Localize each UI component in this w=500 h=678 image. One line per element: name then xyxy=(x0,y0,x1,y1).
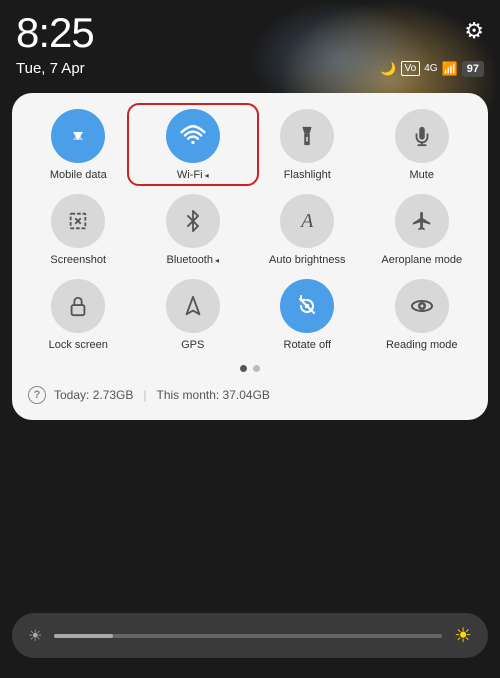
bluetooth-icon-circle xyxy=(166,194,220,248)
quick-item-flashlight[interactable]: Flashlight xyxy=(253,109,362,182)
reading-mode-label: Reading mode xyxy=(386,339,458,352)
screenshot-icon-circle xyxy=(51,194,105,248)
wifi-icon xyxy=(180,123,206,149)
data-help-icon[interactable]: ? xyxy=(28,386,46,404)
quick-item-mute[interactable]: Mute xyxy=(368,109,477,182)
screenshot-icon xyxy=(67,210,89,232)
gps-icon-circle xyxy=(166,279,220,333)
bluetooth-icon xyxy=(182,210,204,232)
gps-icon xyxy=(182,295,204,317)
reading-mode-icon xyxy=(410,294,434,318)
quick-item-mobile-data[interactable]: Mobile data xyxy=(24,109,133,182)
wifi-label: Wi-Fi◂ xyxy=(177,169,209,182)
brightness-bar[interactable]: ☀ ☀ xyxy=(12,613,488,658)
aeroplane-icon xyxy=(411,210,433,232)
separator: | xyxy=(143,388,146,402)
mobile-data-icon xyxy=(66,124,90,148)
mute-icon xyxy=(411,125,433,147)
wifi-signal-indicator: ◂ xyxy=(205,171,209,180)
status-icons-row: 🌙 Vo 4G 📶 97 xyxy=(380,61,484,77)
mute-label: Mute xyxy=(410,169,434,182)
quick-settings-panel: Mobile data Wi-Fi◂ xyxy=(12,93,488,420)
battery-icon: 97 xyxy=(462,61,484,77)
moon-icon: 🌙 xyxy=(380,61,396,77)
quick-item-bluetooth[interactable]: Bluetooth◂ xyxy=(139,194,248,267)
gps-label: GPS xyxy=(181,339,204,352)
flashlight-icon-circle xyxy=(280,109,334,163)
aeroplane-label: Aeroplane mode xyxy=(381,254,462,267)
auto-brightness-label: Auto brightness xyxy=(269,254,345,267)
date-row: Tue, 7 Apr 🌙 Vo 4G 📶 97 xyxy=(0,58,500,85)
aeroplane-icon-circle xyxy=(395,194,449,248)
status-bar: 8:25 ⚙ xyxy=(0,0,500,58)
quick-item-rotate-off[interactable]: Rotate off xyxy=(253,279,362,352)
mobile-data-icon-circle xyxy=(51,109,105,163)
flashlight-icon xyxy=(296,125,318,147)
bluetooth-signal-indicator: ◂ xyxy=(215,256,219,265)
bluetooth-label: Bluetooth◂ xyxy=(167,254,220,267)
time-display: 8:25 xyxy=(16,12,94,54)
lock-screen-icon xyxy=(67,295,89,317)
rotate-off-icon-circle xyxy=(280,279,334,333)
brightness-dim-icon: ☀ xyxy=(28,626,42,646)
lock-screen-icon-circle xyxy=(51,279,105,333)
lock-screen-label: Lock screen xyxy=(49,339,108,352)
quick-item-gps[interactable]: GPS xyxy=(139,279,248,352)
dot-1[interactable] xyxy=(240,365,247,372)
rotate-off-label: Rotate off xyxy=(284,339,332,352)
date-display: Tue, 7 Apr xyxy=(16,60,85,77)
mobile-data-label: Mobile data xyxy=(50,169,107,182)
wifi-icon-circle xyxy=(166,109,220,163)
quick-item-reading-mode[interactable]: Reading mode xyxy=(368,279,477,352)
brightness-slider-fill xyxy=(54,634,112,638)
quick-item-aeroplane[interactable]: Aeroplane mode xyxy=(368,194,477,267)
brightness-slider-track[interactable] xyxy=(54,634,442,638)
quick-item-wifi[interactable]: Wi-Fi◂ xyxy=(139,109,248,182)
quick-settings-grid: Mobile data Wi-Fi◂ xyxy=(24,109,476,353)
data-usage-row: ? Today: 2.73GB | This month: 37.04GB xyxy=(24,382,476,408)
signal-bars-icon: 📶 xyxy=(442,61,458,77)
today-data: Today: 2.73GB xyxy=(54,388,133,402)
rotate-off-icon xyxy=(295,294,319,318)
quick-item-lock-screen[interactable]: Lock screen xyxy=(24,279,133,352)
month-data: This month: 37.04GB xyxy=(157,388,270,402)
brightness-bright-icon: ☀ xyxy=(454,623,472,648)
auto-brightness-icon-circle: A xyxy=(280,194,334,248)
gear-settings-icon[interactable]: ⚙ xyxy=(464,18,484,44)
quick-item-screenshot[interactable]: Screenshot xyxy=(24,194,133,267)
vo-lte-icon: Vo xyxy=(401,61,421,76)
reading-mode-icon-circle xyxy=(395,279,449,333)
quick-item-auto-brightness[interactable]: A Auto brightness xyxy=(253,194,362,267)
4g-icon: 4G xyxy=(424,63,437,74)
mute-icon-circle xyxy=(395,109,449,163)
flashlight-label: Flashlight xyxy=(284,169,331,182)
screenshot-label: Screenshot xyxy=(50,254,106,267)
dot-2[interactable] xyxy=(253,365,260,372)
page-dots xyxy=(24,365,476,372)
